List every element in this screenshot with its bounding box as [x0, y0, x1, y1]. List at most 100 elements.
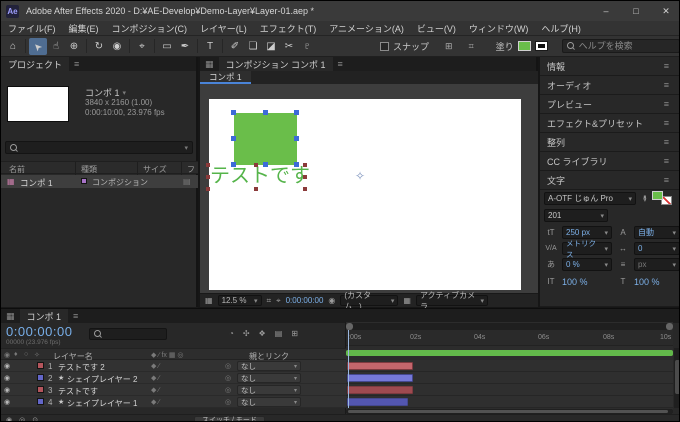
camera-tool[interactable]: ◉: [108, 38, 126, 55]
selection-tool[interactable]: ➤: [29, 38, 47, 55]
close-button[interactable]: ✕: [651, 1, 680, 21]
eye-icon[interactable]: ◉: [4, 386, 10, 394]
text-selection-handle[interactable]: [206, 175, 210, 179]
label-color-chip[interactable]: [37, 362, 44, 369]
timeline-search-input[interactable]: [106, 329, 162, 339]
text-selection-handle[interactable]: [254, 163, 258, 167]
text-layer[interactable]: テストです: [210, 165, 310, 188]
label-color-chip[interactable]: [37, 398, 44, 405]
zoom-time-icon[interactable]: ⊙: [32, 416, 38, 422]
column-type[interactable]: 種類: [81, 164, 97, 175]
panel-cc-libraries[interactable]: CC ライブラリ ≡: [540, 152, 680, 170]
eye-icon[interactable]: ◉: [4, 398, 10, 406]
menu-item-view[interactable]: ビュー(V): [417, 22, 456, 35]
roto-brush-tool[interactable]: ✂: [280, 38, 298, 55]
menu-item-file[interactable]: ファイル(F): [8, 22, 56, 35]
navigator-start-handle[interactable]: [346, 323, 353, 330]
panel-menu-icon[interactable]: ≡: [659, 118, 674, 128]
layer-duration-bar[interactable]: [347, 374, 413, 382]
panel-menu-icon[interactable]: ≡: [659, 175, 674, 185]
text-selection-handle[interactable]: [303, 175, 307, 179]
selection-handle[interactable]: [294, 136, 299, 141]
region-of-interest-icon[interactable]: ⌖: [276, 296, 281, 306]
resolution-select[interactable]: (カスタム...) ▾: [340, 295, 398, 306]
timeline-navigator[interactable]: [346, 323, 673, 330]
active-camera-select[interactable]: アクティブカメラ ▾: [416, 295, 488, 306]
navigator-end-handle[interactable]: [666, 323, 673, 330]
text-selection-handle[interactable]: [206, 187, 210, 191]
parent-select[interactable]: なし ▾: [237, 373, 301, 383]
draft-3d-icon[interactable]: ✣: [243, 329, 250, 338]
shape-layer-rectangle[interactable]: [234, 113, 297, 165]
panel-menu-icon[interactable]: ≡: [659, 156, 674, 166]
time-ruler[interactable]: :00s 02s 04s 06s 08s 10s: [346, 330, 673, 346]
hand-tool[interactable]: ☝: [47, 38, 65, 55]
label-color-chip[interactable]: [37, 374, 44, 381]
text-selection-handle[interactable]: [206, 163, 210, 167]
motion-blur-icon[interactable]: ⊞: [291, 329, 298, 338]
font-family-select[interactable]: A-OTF じゅん Pro ▾: [544, 192, 636, 205]
eraser-tool[interactable]: ◪: [262, 38, 280, 55]
parent-select[interactable]: なし ▾: [237, 397, 301, 407]
horizontal-scrollbar-thumb[interactable]: [348, 410, 668, 413]
frame-blend-icon[interactable]: ▤: [275, 329, 283, 338]
pen-tool[interactable]: ✒: [176, 38, 194, 55]
selection-handle[interactable]: [263, 110, 268, 115]
shy-icon[interactable]: ❖: [259, 329, 266, 338]
layer-switches[interactable]: ◆ ∕: [151, 362, 160, 370]
pick-whip-icon[interactable]: ◎: [225, 398, 231, 406]
baseline-unit-select[interactable]: px ▾: [634, 258, 680, 271]
project-search-box[interactable]: ▾: [5, 141, 193, 154]
home-icon[interactable]: ⌂: [4, 38, 22, 55]
help-search-box[interactable]: [562, 39, 680, 53]
layer-duration-bar[interactable]: [347, 362, 413, 370]
panel-menu-icon[interactable]: ≡: [659, 99, 674, 109]
menu-item-help[interactable]: ヘルプ(H): [541, 22, 581, 35]
pick-whip-icon[interactable]: ◎: [225, 386, 231, 394]
layer-switches[interactable]: ◆ ∕: [151, 374, 160, 382]
mask-options-icon[interactable]: ⊞: [445, 41, 453, 52]
type-tool[interactable]: T: [201, 38, 219, 55]
orbit-camera-tool[interactable]: ↻: [90, 38, 108, 55]
panel-menu-icon[interactable]: ≡: [659, 61, 674, 71]
composition-thumbnail[interactable]: [7, 86, 69, 122]
panel-menu-icon[interactable]: ≡: [68, 309, 83, 323]
tracking-select[interactable]: 0 ▾: [634, 242, 680, 255]
font-style-select[interactable]: 201 ▾: [544, 209, 608, 222]
menu-item-edit[interactable]: 編集(E): [69, 22, 99, 35]
menu-item-window[interactable]: ウィンドウ(W): [469, 22, 529, 35]
pick-whip-icon[interactable]: ◎: [225, 362, 231, 370]
clone-stamp-tool[interactable]: ❏: [244, 38, 262, 55]
layer-switches[interactable]: ◆ ∕: [151, 398, 160, 406]
fill-color-swatch[interactable]: [652, 191, 663, 200]
help-search-input[interactable]: [579, 41, 675, 51]
vertical-scrollbar-thumb[interactable]: [675, 360, 680, 394]
column-f[interactable]: フ: [187, 164, 195, 175]
panel-info[interactable]: 情報 ≡: [540, 57, 680, 75]
current-time-indicator[interactable]: [348, 330, 349, 408]
panel-menu-icon[interactable]: ≡: [69, 57, 84, 71]
solo-column-icon[interactable]: ○: [24, 351, 28, 358]
panel-align[interactable]: 整列 ≡: [540, 133, 680, 151]
layer-duration-bar[interactable]: [347, 386, 413, 394]
project-item-row[interactable]: ▦ コンポ 1 コンポジション ▤: [1, 175, 198, 188]
project-search-input[interactable]: [22, 143, 180, 153]
always-preview-icon[interactable]: ▦: [205, 296, 213, 305]
layer-switches[interactable]: ◆ ∕: [151, 386, 160, 394]
stroke-color-swatch[interactable]: [535, 41, 548, 51]
panel-menu-icon[interactable]: ≡: [659, 137, 674, 147]
work-area-bar[interactable]: [346, 350, 673, 356]
snap-checkbox[interactable]: [380, 42, 389, 51]
layer-row-2[interactable]: ◉ 2 ★ シェイプレイヤー 2 ◆ ∕ ◎ なし ▾: [1, 372, 346, 384]
channel-icon[interactable]: ▦: [403, 296, 411, 305]
viewer-tab-comp1[interactable]: コンポ 1: [200, 71, 251, 84]
column-name[interactable]: 名前: [9, 164, 25, 175]
puppet-pin-tool[interactable]: ♇: [298, 38, 316, 55]
eyedropper-icon[interactable]: ✒: [638, 195, 649, 203]
current-timecode[interactable]: 0:00:00:00: [6, 324, 72, 339]
panel-audio[interactable]: オーディオ ≡: [540, 76, 680, 94]
menu-item-animation[interactable]: アニメーション(A): [329, 22, 404, 35]
lock-column-icon[interactable]: ✧: [34, 351, 40, 359]
zoom-tool[interactable]: ⊕: [65, 38, 83, 55]
eye-icon[interactable]: ◉: [4, 374, 10, 382]
